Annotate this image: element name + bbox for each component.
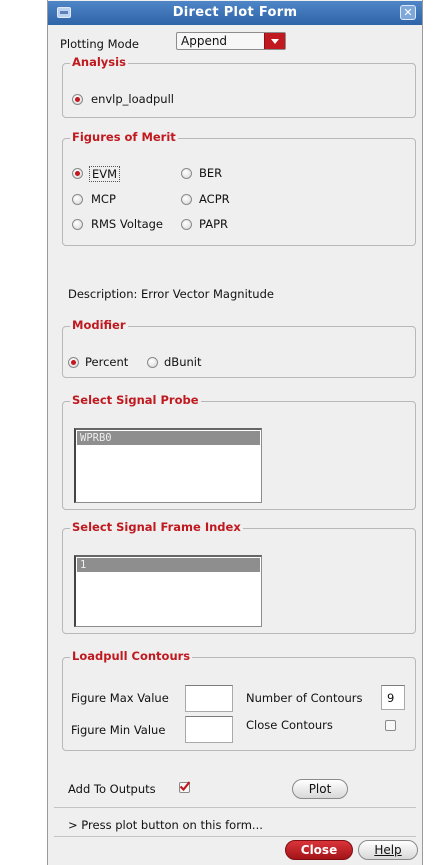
signal-probe-item[interactable]: WPRB0 xyxy=(77,431,260,445)
button-separator xyxy=(54,836,416,837)
fom-radio-acpr[interactable] xyxy=(181,194,192,205)
frame-index-title: Select Signal Frame Index xyxy=(70,520,243,534)
fom-label-mcp: MCP xyxy=(91,192,116,206)
modifier-label-dbunit: dBunit xyxy=(164,355,202,369)
analysis-option-label: envlp_loadpull xyxy=(91,92,174,106)
add-to-outputs-checkbox[interactable] xyxy=(179,781,190,793)
figure-max-input[interactable] xyxy=(185,685,233,712)
signal-probe-list[interactable]: WPRB0 xyxy=(74,428,262,503)
signal-probe-group: Select Signal Probe WPRB0 xyxy=(62,393,416,510)
fom-label-papr: PAPR xyxy=(199,217,228,231)
fom-radio-ber[interactable] xyxy=(181,168,192,179)
number-of-contours-input[interactable]: 9 xyxy=(381,685,405,710)
fom-label-evm: EVM xyxy=(89,166,121,182)
close-contours-checkbox[interactable] xyxy=(385,720,396,731)
figure-max-label: Figure Max Value xyxy=(71,691,169,705)
signal-probe-title: Select Signal Probe xyxy=(70,393,201,407)
description-text: Description: Error Vector Magnitude xyxy=(68,287,274,301)
figure-min-label: Figure Min Value xyxy=(71,723,166,737)
analysis-group: Analysis envlp_loadpull xyxy=(62,55,416,118)
modifier-radio-percent[interactable] xyxy=(68,357,79,368)
number-of-contours-label: Number of Contours xyxy=(246,691,363,705)
fom-radio-rms-voltage[interactable] xyxy=(72,219,83,230)
checkmark-icon xyxy=(179,781,190,792)
fom-radio-mcp[interactable] xyxy=(72,194,83,205)
modifier-radio-dbunit[interactable] xyxy=(147,357,158,368)
window-close-icon[interactable]: ✕ xyxy=(400,5,416,20)
figures-of-merit-group: Figures of Merit EVM BER MCP ACPR RMS Vo… xyxy=(62,130,416,246)
plot-button[interactable]: Plot xyxy=(292,779,348,799)
modifier-title: Modifier xyxy=(70,318,128,332)
figures-of-merit-title: Figures of Merit xyxy=(70,130,178,144)
direct-plot-form-window: Direct Plot Form ✕ Plotting Mode Append … xyxy=(47,0,423,865)
plotting-mode-value: Append xyxy=(181,34,228,48)
close-contours-label: Close Contours xyxy=(246,718,333,732)
frame-index-list[interactable]: 1 xyxy=(74,555,262,627)
title-bar[interactable]: Direct Plot Form ✕ xyxy=(48,1,422,25)
fom-label-rms-voltage: RMS Voltage xyxy=(91,217,164,231)
analysis-group-title: Analysis xyxy=(70,55,128,69)
dropdown-arrow-icon[interactable] xyxy=(264,33,285,49)
fom-label-acpr: ACPR xyxy=(199,192,230,206)
fom-radio-papr[interactable] xyxy=(181,219,192,230)
fom-label-ber: BER xyxy=(199,166,223,180)
help-button[interactable]: Help xyxy=(358,840,418,860)
close-button[interactable]: Close xyxy=(285,840,353,860)
plotting-mode-label: Plotting Mode xyxy=(60,37,139,51)
modifier-label-percent: Percent xyxy=(85,355,129,369)
window-title: Direct Plot Form xyxy=(172,5,298,20)
status-separator xyxy=(54,807,416,808)
figure-min-input[interactable] xyxy=(185,716,233,743)
loadpull-contours-group: Loadpull Contours Figure Max Value Figur… xyxy=(62,649,416,751)
frame-index-group: Select Signal Frame Index 1 xyxy=(62,520,416,634)
modifier-group: Modifier Percent dBunit xyxy=(62,318,416,378)
fom-radio-evm[interactable] xyxy=(72,168,83,179)
add-to-outputs-label: Add To Outputs xyxy=(68,782,156,796)
frame-index-item[interactable]: 1 xyxy=(77,558,260,572)
analysis-radio-envlp-loadpull[interactable] xyxy=(72,94,83,105)
plotting-mode-dropdown[interactable]: Append xyxy=(176,32,286,50)
status-message: > Press plot button on this form... xyxy=(68,818,263,832)
loadpull-contours-title: Loadpull Contours xyxy=(70,649,193,663)
